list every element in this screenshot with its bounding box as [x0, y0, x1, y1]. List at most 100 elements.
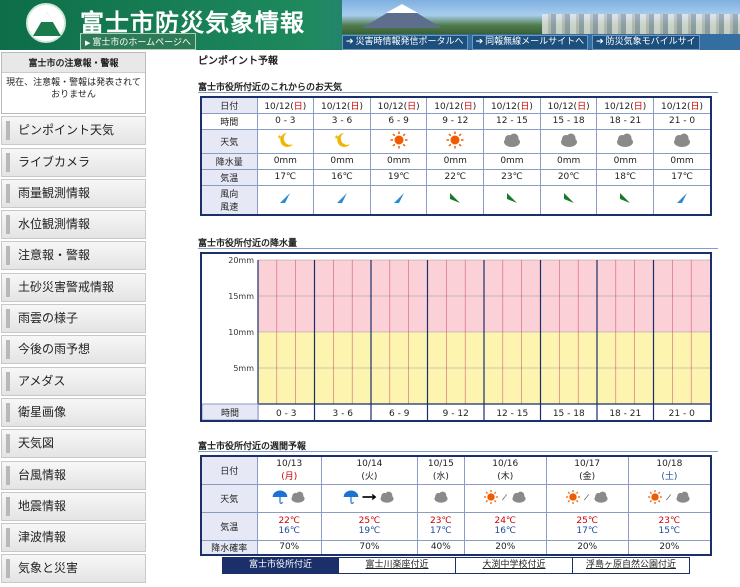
sidebar-item-10[interactable]: 衛星画像 — [1, 397, 146, 427]
x-tick-label: 9 - 12 — [443, 409, 469, 419]
hourly-cell-temp: 19℃ — [369, 168, 428, 186]
hourly-cell-time: 6 - 9 — [369, 112, 428, 130]
hourly-cell-time: 18 - 21 — [596, 112, 655, 130]
location-tab-4[interactable]: 浮島ヶ原自然公園付近 — [573, 557, 690, 574]
weekly-cell-pop: 20% — [545, 539, 629, 556]
weekly-date: 10/13 — [276, 458, 303, 469]
x-tick-label: 6 - 9 — [389, 409, 410, 419]
hourly-cell-wind — [256, 184, 315, 216]
weekly-cell-date: 10/14 (火) — [320, 455, 418, 485]
hourly-cell-time: 9 - 12 — [426, 112, 485, 130]
moon-icon: ★ — [334, 132, 350, 147]
cloud-icon — [594, 491, 608, 503]
row-label-weather: 天気 — [200, 128, 258, 154]
hourly-cell-weather — [653, 128, 712, 154]
weekly-cell-date: 10/15 (水) — [416, 455, 465, 485]
hourly-cell-precip: 0mm — [483, 152, 541, 170]
date-text: 10/12( — [490, 101, 521, 112]
city-logo-icon[interactable] — [26, 3, 66, 43]
row-label-date: 日付 — [200, 455, 258, 485]
wind-se-icon — [506, 193, 517, 204]
hourly-cell-precip: 0mm — [369, 152, 428, 170]
weekly-cell-pop: 20% — [463, 539, 547, 556]
sidebar-item-5[interactable]: 注意報・警報 — [1, 241, 146, 271]
home-page-link[interactable]: 富士市のホームページへ — [80, 33, 196, 50]
day-of-week: 日 — [463, 101, 473, 112]
main-content: ピンポイント予報 富士市役所付近のこれからのお天気 日付 10/12(日) 10/1… — [198, 52, 718, 574]
location-tab-3[interactable]: 大渕中学校付近 — [456, 557, 573, 574]
sidebar-item-7[interactable]: 雨雲の様子 — [1, 304, 146, 334]
disaster-portal-link[interactable]: 災害時情報発信ポータルへ — [342, 35, 468, 50]
wind-sw-icon — [393, 193, 404, 204]
cloud-icon — [617, 133, 634, 147]
sidebar-item-1[interactable]: ピンポイント天気 — [1, 116, 146, 146]
sidebar-item-12[interactable]: 台風情報 — [1, 460, 146, 490]
sidebar-item-13[interactable]: 地震情報 — [1, 491, 146, 521]
mobile-site-link[interactable]: 防災気象モバイルサイ — [592, 35, 700, 50]
hourly-cell-date: 10/12(日) — [369, 96, 428, 114]
x-axis-label: 時間 — [221, 408, 239, 419]
hourly-row-wind: 風向 風速 — [200, 184, 712, 216]
weekly-cell-weather — [545, 483, 629, 513]
sidebar-item-8[interactable]: 今後の雨予想 — [1, 335, 146, 365]
weekly-date: 10/17 — [574, 458, 601, 469]
hourly-cell-weather: ★ — [256, 128, 315, 154]
hourly-cell-time: 21 - 0 — [653, 112, 712, 130]
sidebar-item-11[interactable]: 天気図 — [1, 429, 146, 459]
hourly-row-weather: 天気 ★ ★ — [200, 128, 712, 154]
sun-icon — [566, 489, 581, 504]
date-text: 10/12( — [264, 101, 294, 112]
slash-icon — [502, 493, 508, 500]
hourly-cell-precip: 0mm — [653, 152, 712, 170]
hourly-cell-precip: 0mm — [256, 152, 315, 170]
hourly-cell-temp: 20℃ — [539, 168, 598, 186]
sidebar-item-9[interactable]: アメダス — [1, 366, 146, 396]
temp-min: 15℃ — [658, 526, 681, 536]
sidebar-item-14[interactable]: 津波情報 — [1, 523, 146, 553]
location-tab-1[interactable]: 富士市役所付近 — [222, 557, 339, 574]
hourly-cell-date: 10/12(日) — [539, 96, 598, 114]
hourly-cell-wind — [539, 184, 598, 216]
alert-body: 現在、注意報・警報は発表されておりません — [6, 78, 141, 100]
sidebar-item-3[interactable]: 雨量観測情報 — [1, 178, 146, 208]
sidebar-item-6[interactable]: 土砂災害警戒情報 — [1, 272, 146, 302]
hourly-cell-date: 10/12(日) — [483, 96, 541, 114]
x-tick-label: 0 - 3 — [276, 409, 296, 419]
y-tick-label: 5mm — [233, 364, 254, 373]
sun-icon — [484, 489, 499, 504]
wind-se-icon — [450, 193, 461, 204]
day-of-week: 日 — [407, 101, 417, 112]
day-of-week: 日 — [690, 101, 700, 112]
weekly-dow: (月) — [281, 471, 298, 482]
top-nav: 災害時情報発信ポータルへ 同報無線メールサイトへ 防災気象モバイルサイ — [342, 35, 740, 50]
weekly-cell-date: 10/18 (土) — [627, 455, 712, 485]
date-text: 10/12( — [320, 101, 351, 112]
sidebar-item-4[interactable]: 水位観測情報 — [1, 210, 146, 240]
weekly-cell-weather — [320, 483, 418, 513]
sidebar-item-2[interactable]: ライブカメラ — [1, 147, 146, 177]
date-text: 10/12( — [547, 101, 578, 112]
weekly-cell-weather — [463, 483, 547, 513]
temp-min: 17℃ — [430, 526, 452, 536]
temp-max: 25℃ — [576, 516, 598, 526]
hourly-cell-weather — [426, 128, 485, 154]
page-title: ピンポイント予報 — [198, 56, 278, 67]
y-tick-label: 10mm — [228, 328, 254, 337]
weekly-cell-date: 10/17 (金) — [545, 455, 629, 485]
radio-mail-link[interactable]: 同報無線メールサイトへ — [471, 35, 589, 50]
hourly-row-precip: 降水量 0mm 0mm 0mm 0mm 0mm 0mm 0mm 0mm — [200, 152, 712, 170]
location-tab-2[interactable]: 富士川楽座付近 — [339, 557, 456, 574]
location-tabs: 富士市役所付近 富士川楽座付近 大渕中学校付近 浮島ヶ原自然公園付近 — [222, 557, 690, 574]
date-suffix: ) — [416, 101, 420, 112]
hourly-cell-date: 10/12(日) — [596, 96, 655, 114]
weekly-row-weather: 天気 — [200, 483, 712, 513]
hourly-cell-temp: 18℃ — [596, 168, 655, 186]
hourly-cell-weather — [596, 128, 655, 154]
rain-chart-svg: 20mm 15mm 10mm 5mm 0 - 3 3 - 6 6 - 9 9 - 12 12 -… — [201, 256, 710, 421]
row-label-temp: 気温 — [200, 511, 258, 541]
sun-icon — [390, 131, 408, 148]
slash-icon — [666, 493, 672, 500]
hourly-cell-precip: 0mm — [596, 152, 655, 170]
sidebar-item-15[interactable]: 気象と災害 — [1, 554, 146, 584]
weekly-cell-temp: 23℃ 17℃ — [416, 511, 465, 541]
